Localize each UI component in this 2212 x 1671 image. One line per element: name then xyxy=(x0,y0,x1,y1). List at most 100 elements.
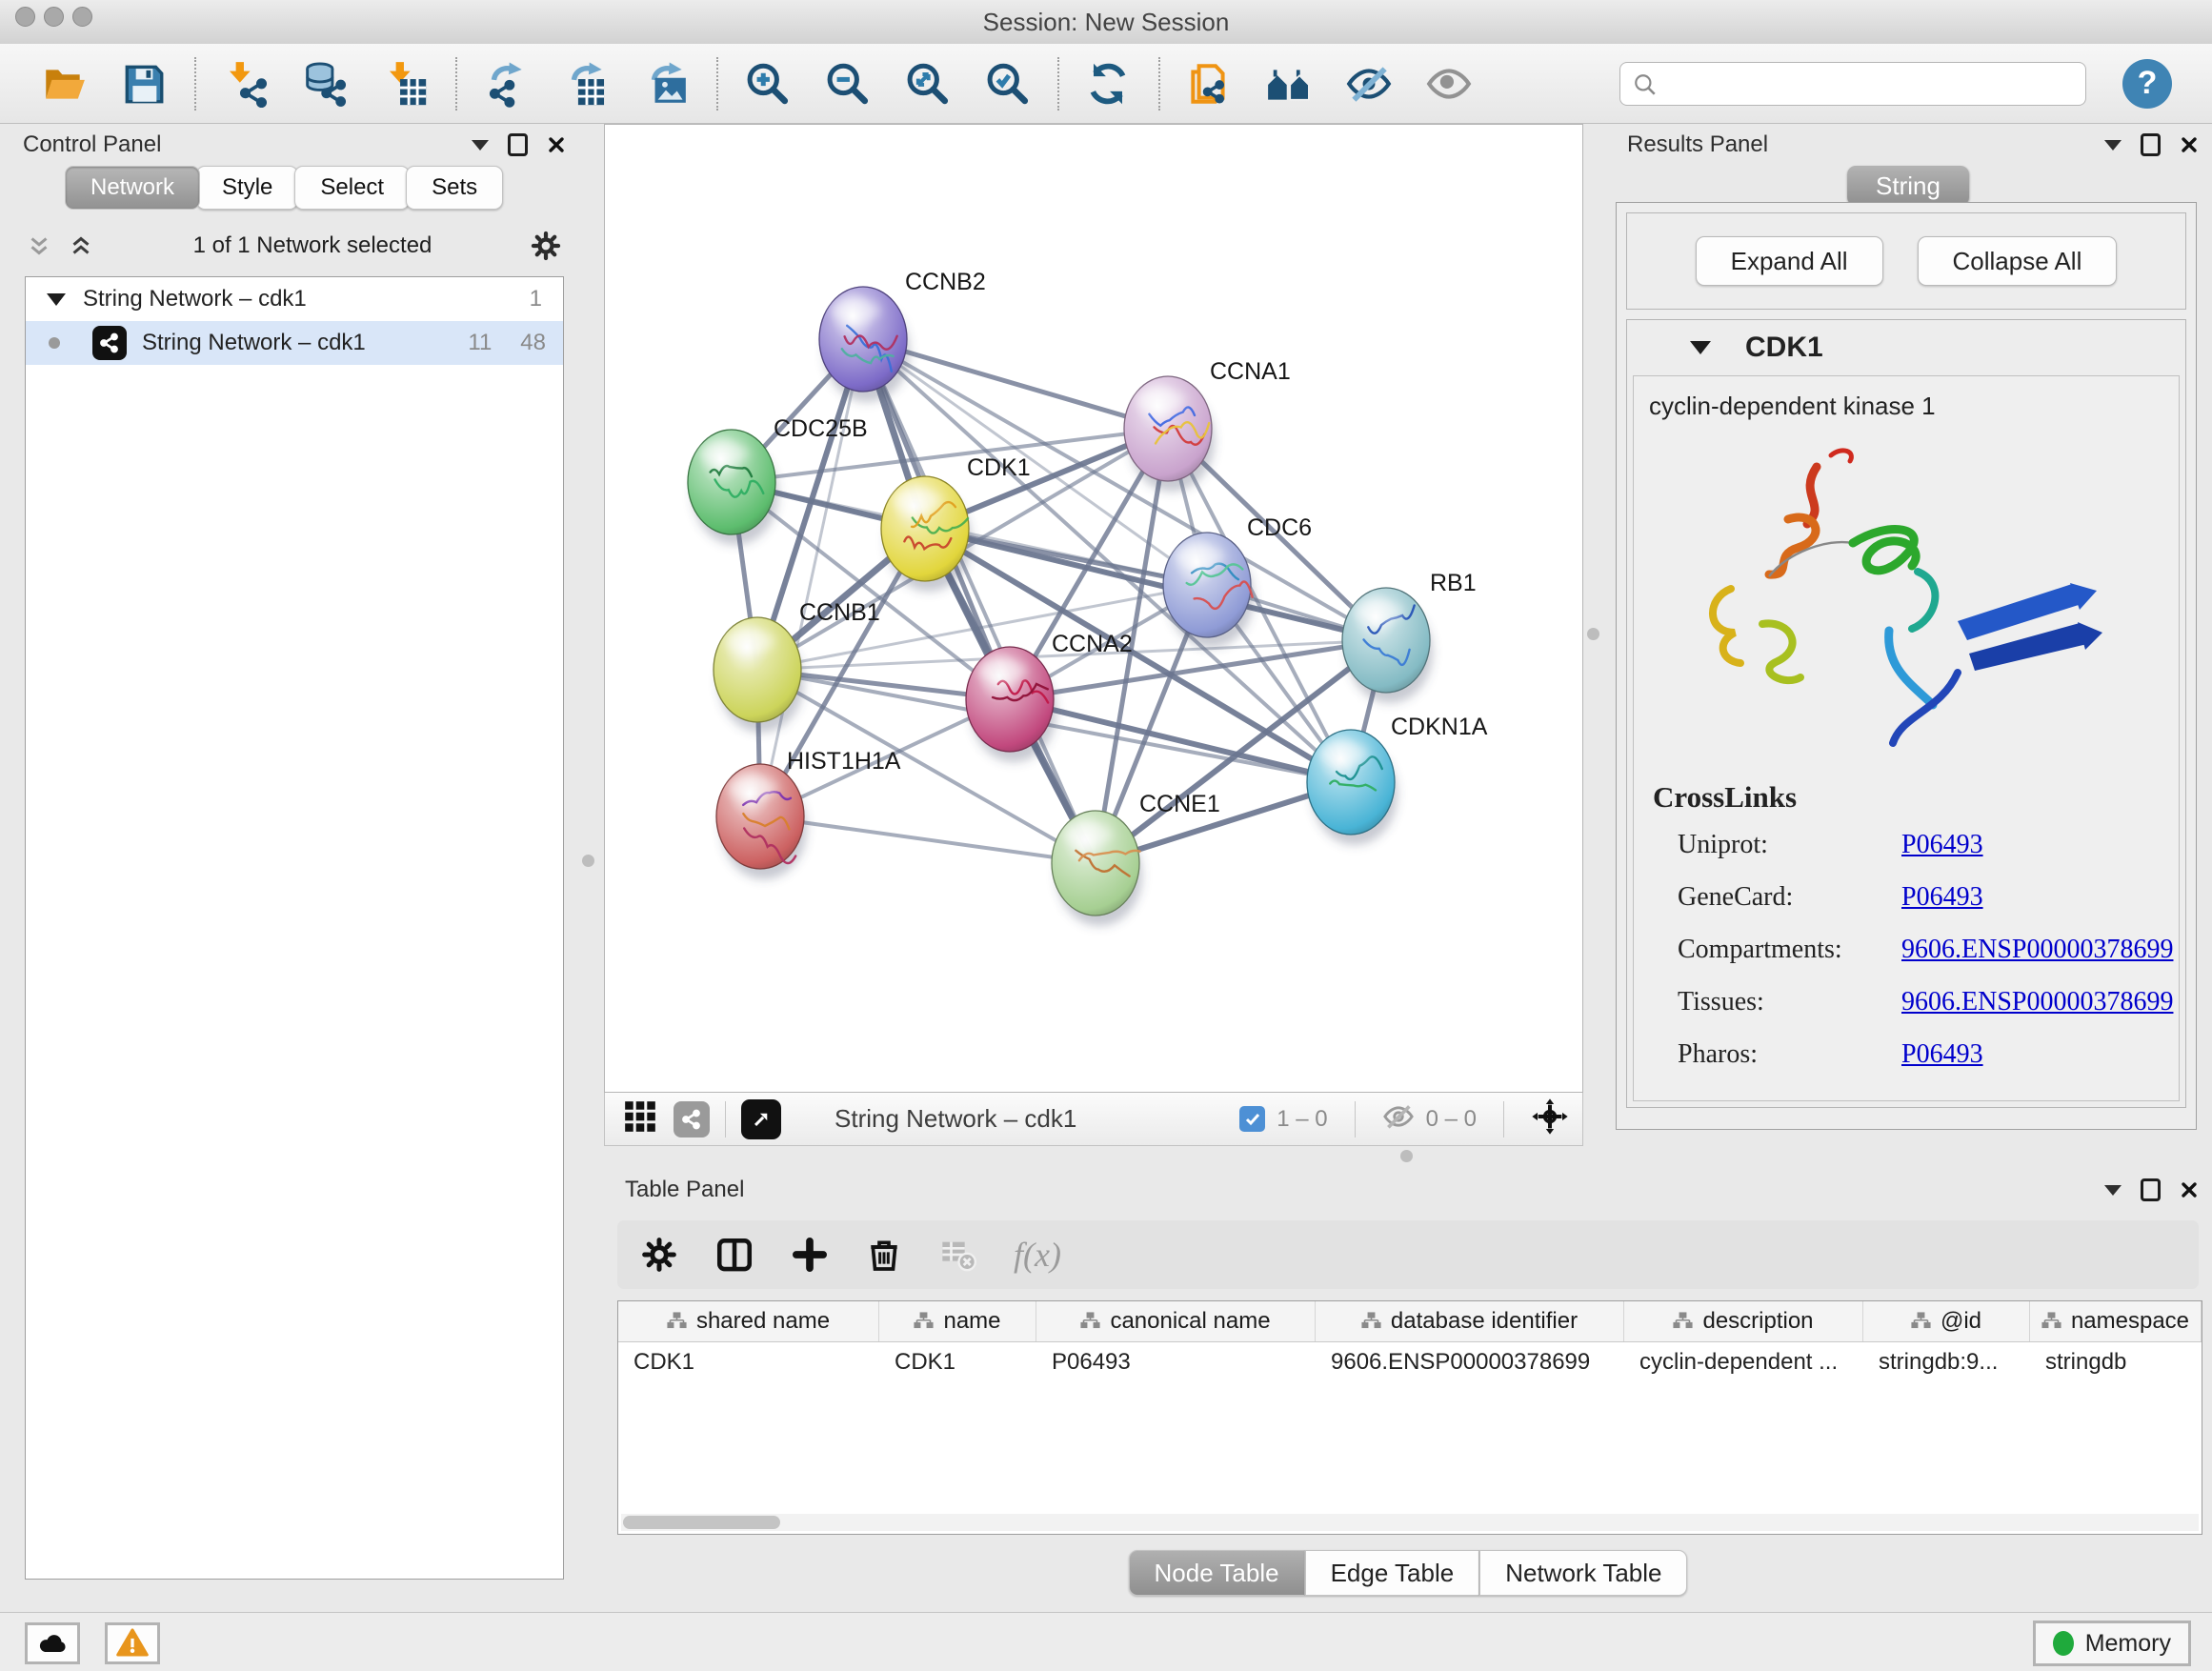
memory-button[interactable]: Memory xyxy=(2033,1621,2191,1666)
zoom-in-icon[interactable] xyxy=(743,60,791,108)
column-header-shared-name[interactable]: shared name xyxy=(618,1301,879,1341)
column-header-database-identifier[interactable]: database identifier xyxy=(1316,1301,1624,1341)
panel-menu-icon[interactable] xyxy=(2104,140,2122,151)
pan-mode-icon[interactable] xyxy=(1531,1097,1569,1140)
node-label-ccna1[interactable]: CCNA1 xyxy=(1210,358,1291,385)
search-input[interactable] xyxy=(1619,62,2086,106)
close-panel-icon[interactable] xyxy=(547,135,566,154)
gear-icon[interactable] xyxy=(530,230,562,262)
network-row[interactable]: String Network – cdk1 11 48 xyxy=(26,321,563,365)
table-cell[interactable]: cyclin-dependent ... xyxy=(1624,1342,1863,1382)
tab-node-table[interactable]: Node Table xyxy=(1129,1550,1305,1596)
delete-column-icon[interactable] xyxy=(865,1236,903,1274)
crosslink-label: Compartments: xyxy=(1678,935,1873,965)
left-splitter-handle[interactable] xyxy=(582,855,594,867)
collapse-all-icon[interactable] xyxy=(25,232,53,260)
right-splitter-handle[interactable] xyxy=(1587,628,1599,640)
network-collection-row[interactable]: String Network – cdk1 1 xyxy=(26,277,563,321)
expand-all-icon[interactable] xyxy=(67,232,95,260)
zoom-selected-icon[interactable] xyxy=(983,60,1031,108)
column-header-name[interactable]: name xyxy=(879,1301,1036,1341)
node-label-ccne1[interactable]: CCNE1 xyxy=(1139,791,1220,817)
show-hidden-icon[interactable] xyxy=(1425,60,1473,108)
import-network-from-database-icon[interactable] xyxy=(301,60,349,108)
table-cell[interactable]: stringdb:9... xyxy=(1863,1342,2030,1382)
close-panel-icon[interactable] xyxy=(2180,1180,2199,1199)
zoom-fit-icon[interactable] xyxy=(903,60,951,108)
node-label-cdkn1a[interactable]: CDKN1A xyxy=(1391,714,1488,740)
create-column-icon[interactable] xyxy=(791,1236,829,1274)
network-canvas[interactable]: CCNB2 CCNA1 CDC25B CDK1 CDC6 RB1 CCNB1 CCNA2 CDK… xyxy=(604,124,1583,1093)
tab-string[interactable]: String xyxy=(1847,166,1969,206)
tab-network-table[interactable]: Network Table xyxy=(1479,1550,1687,1596)
tab-select[interactable]: Select xyxy=(294,166,410,210)
open-session-icon[interactable] xyxy=(40,60,88,108)
crosslink-compartments[interactable]: 9606.ENSP00000378699 xyxy=(1901,935,2173,965)
help-button[interactable]: ? xyxy=(2122,59,2172,109)
node-table[interactable]: shared namenamecanonical namedatabase id… xyxy=(617,1300,2202,1535)
table-cell[interactable]: 9606.ENSP00000378699 xyxy=(1316,1342,1624,1382)
export-image-icon[interactable] xyxy=(642,60,690,108)
column-header-namespace[interactable]: namespace xyxy=(2030,1301,2202,1341)
node-label-ccnb1[interactable]: CCNB1 xyxy=(799,599,880,626)
node-label-ccnb2[interactable]: CCNB2 xyxy=(905,269,986,295)
float-panel-icon[interactable] xyxy=(2141,1178,2161,1201)
column-header-description[interactable]: description xyxy=(1624,1301,1863,1341)
cdk1-section-header[interactable]: CDK1 xyxy=(1627,320,2185,375)
show-all-networks-icon[interactable] xyxy=(1265,60,1313,108)
selected-nodes-checkbox[interactable] xyxy=(1239,1106,1265,1132)
export-table-icon[interactable] xyxy=(562,60,610,108)
hide-selected-icon[interactable] xyxy=(1345,60,1393,108)
results-panel-title: Results Panel xyxy=(1627,131,2104,158)
tab-sets[interactable]: Sets xyxy=(406,166,503,210)
collapse-all-button[interactable]: Collapse All xyxy=(1918,236,2118,286)
warnings-button[interactable] xyxy=(105,1622,160,1664)
network-graph[interactable]: CCNB2 CCNA1 CDC25B CDK1 CDC6 RB1 CCNB1 CCNA2 CDK… xyxy=(605,125,1582,1092)
node-label-ccna2[interactable]: CCNA2 xyxy=(1052,631,1133,657)
open-in-window-icon[interactable] xyxy=(741,1099,781,1139)
node-label-cdk1[interactable]: CDK1 xyxy=(967,454,1031,481)
table-cell[interactable]: P06493 xyxy=(1036,1342,1316,1382)
crosslink-genecard[interactable]: P06493 xyxy=(1901,882,1983,913)
section-collapse-icon[interactable] xyxy=(1690,341,1711,354)
scrollbar-thumb[interactable] xyxy=(623,1516,780,1529)
save-session-icon[interactable] xyxy=(120,60,168,108)
export-network-icon[interactable] xyxy=(482,60,530,108)
column-header-canonical-name[interactable]: canonical name xyxy=(1036,1301,1316,1341)
node-label-rb1[interactable]: RB1 xyxy=(1430,570,1477,596)
cloud-status-button[interactable] xyxy=(25,1622,80,1664)
copy-document-icon[interactable] xyxy=(1185,60,1233,108)
panel-menu-icon[interactable] xyxy=(2104,1185,2122,1196)
table-row[interactable]: CDK1CDK1P064939606.ENSP00000378699cyclin… xyxy=(618,1342,2202,1382)
tab-style[interactable]: Style xyxy=(196,166,298,210)
import-network-from-file-icon[interactable] xyxy=(221,60,269,108)
column-header--id[interactable]: @id xyxy=(1863,1301,2030,1341)
table-cell[interactable]: CDK1 xyxy=(879,1342,1036,1382)
node-label-cdc6[interactable]: CDC6 xyxy=(1247,514,1312,541)
show-columns-icon[interactable] xyxy=(714,1235,754,1275)
horizontal-scrollbar[interactable] xyxy=(621,1514,2199,1531)
table-options-gear-icon[interactable] xyxy=(640,1236,678,1274)
expand-all-button[interactable]: Expand All xyxy=(1696,236,1883,286)
import-table-from-file-icon[interactable] xyxy=(381,60,429,108)
node-label-cdc25b[interactable]: CDC25B xyxy=(774,415,868,442)
zoom-out-icon[interactable] xyxy=(823,60,871,108)
status-bar: Memory xyxy=(0,1612,2212,1671)
float-panel-icon[interactable] xyxy=(2141,133,2161,156)
table-cell[interactable]: CDK1 xyxy=(618,1342,879,1382)
float-panel-icon[interactable] xyxy=(508,133,528,156)
tab-network[interactable]: Network xyxy=(65,166,200,210)
crosslink-tissues[interactable]: 9606.ENSP00000378699 xyxy=(1901,987,2173,1017)
tree-expand-icon[interactable] xyxy=(47,293,66,306)
node-label-hist1h1a[interactable]: HIST1H1A xyxy=(787,748,901,775)
close-panel-icon[interactable] xyxy=(2180,135,2199,154)
refresh-view-icon[interactable] xyxy=(1084,60,1132,108)
protein-structure-image xyxy=(1672,429,2120,753)
panel-menu-icon[interactable] xyxy=(472,140,489,151)
table-cell[interactable]: stringdb xyxy=(2030,1342,2202,1382)
crosslink-pharos[interactable]: P06493 xyxy=(1901,1039,1983,1070)
crosslink-uniprot[interactable]: P06493 xyxy=(1901,830,1983,860)
tab-edge-table[interactable]: Edge Table xyxy=(1305,1550,1480,1596)
birds-eye-view-icon[interactable] xyxy=(622,1098,658,1139)
bottom-splitter-handle[interactable] xyxy=(1400,1150,1413,1162)
